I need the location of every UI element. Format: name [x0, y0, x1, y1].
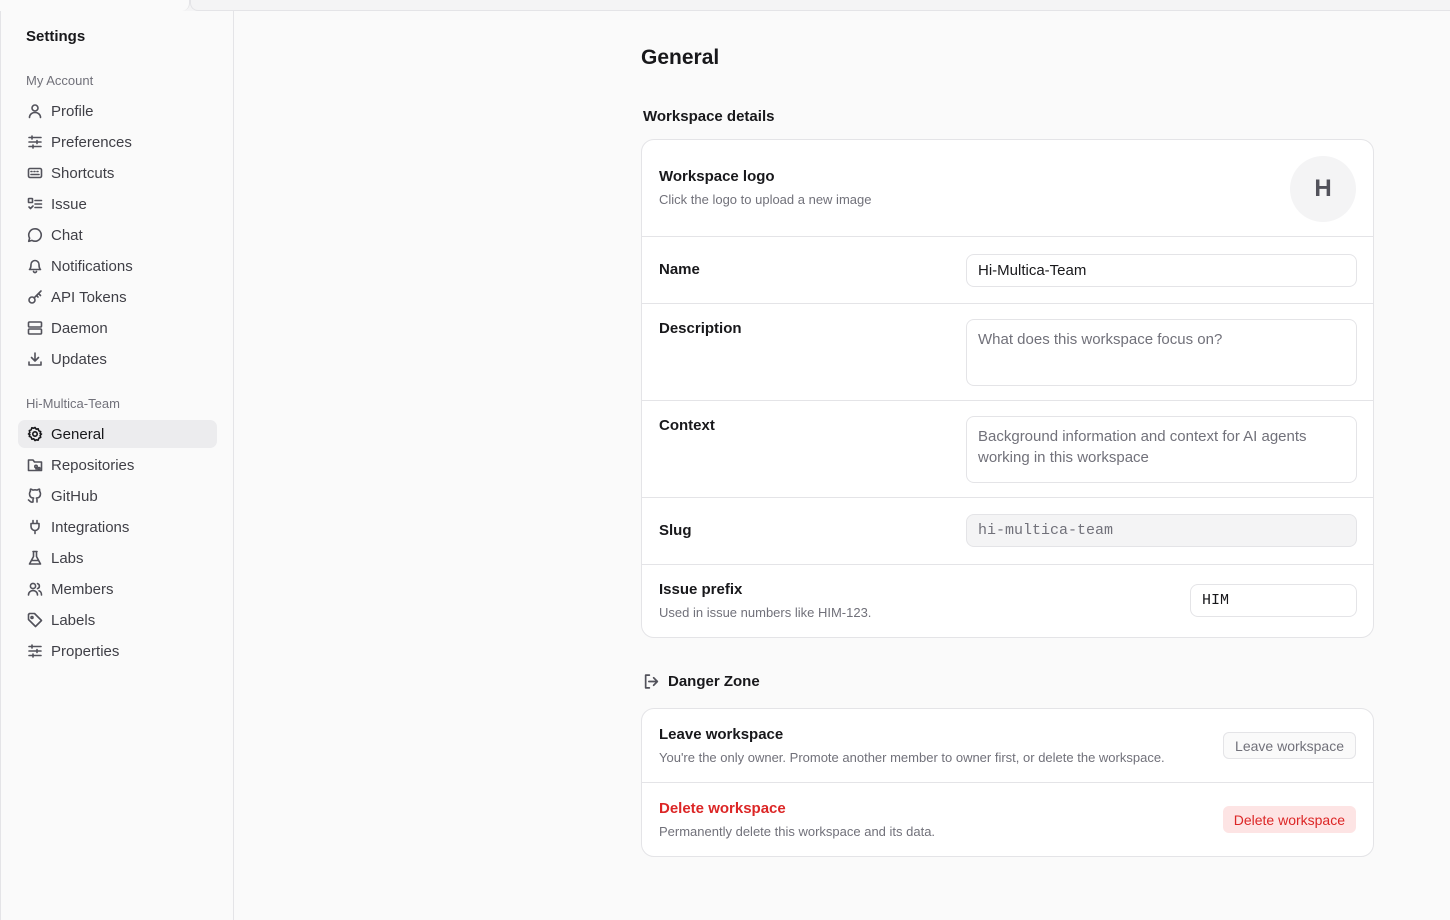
workspace-details-card: Workspace logo Click the logo to upload …: [641, 139, 1374, 638]
log-out-icon: [644, 674, 659, 689]
sliders-icon: [27, 643, 43, 659]
leave-workspace-hint: You're the only owner. Promote another m…: [659, 750, 1165, 765]
sidebar-item-members[interactable]: Members: [18, 575, 217, 603]
key-icon: [27, 289, 43, 305]
logo-label: Workspace logo: [659, 168, 775, 185]
slug-input: [966, 514, 1357, 547]
sidebar-item-label: Properties: [51, 642, 120, 660]
plug-icon: [27, 519, 43, 535]
sidebar-item-api-tokens[interactable]: API Tokens: [18, 283, 217, 311]
section-label-workspace: Hi-Multica-Team: [26, 396, 120, 411]
leave-workspace-button[interactable]: Leave workspace: [1223, 732, 1356, 759]
page-title: General: [641, 46, 720, 69]
slug-label: Slug: [659, 522, 692, 539]
slug-row: Slug: [642, 498, 1373, 565]
sidebar-item-integrations[interactable]: Integrations: [18, 513, 217, 541]
danger-zone-title: Danger Zone: [668, 673, 760, 690]
leave-workspace-label: Leave workspace: [659, 726, 784, 743]
server-icon: [27, 320, 43, 336]
sidebar-item-preferences[interactable]: Preferences: [18, 128, 217, 156]
sidebar-item-github[interactable]: GitHub: [18, 482, 217, 510]
sidebar-item-labels[interactable]: Labels: [18, 606, 217, 634]
sidebar-item-profile[interactable]: Profile: [18, 97, 217, 125]
sidebar-item-repositories[interactable]: Repositories: [18, 451, 217, 479]
sidebar-item-label: Chat: [51, 226, 83, 244]
sidebar-item-labs[interactable]: Labs: [18, 544, 217, 572]
top-bar: [0, 0, 1450, 11]
context-label: Context: [659, 417, 715, 434]
issue-prefix-input[interactable]: [1190, 584, 1357, 617]
sidebar-item-chat[interactable]: Chat: [18, 221, 217, 249]
logo-hint: Click the logo to upload a new image: [659, 192, 872, 207]
top-tab: [0, 0, 190, 11]
issue-prefix-row: Issue prefix Used in issue numbers like …: [642, 565, 1373, 638]
section-label-my-account: My Account: [26, 73, 94, 88]
sidebar-item-properties[interactable]: Properties: [18, 637, 217, 665]
main-content: General Workspace details Workspace logo…: [235, 11, 1450, 920]
sidebar-item-label: GitHub: [51, 487, 98, 505]
sidebar-item-label: Updates: [51, 350, 107, 368]
chat-icon: [27, 227, 43, 243]
download-icon: [27, 351, 43, 367]
name-label: Name: [659, 261, 700, 278]
sliders-icon: [27, 134, 43, 150]
name-input[interactable]: [966, 254, 1357, 287]
bell-icon: [27, 258, 43, 274]
sidebar-item-label: API Tokens: [51, 288, 127, 306]
sidebar-item-label: Integrations: [51, 518, 130, 536]
tag-icon: [27, 612, 43, 628]
sidebar-item-label: Profile: [51, 102, 94, 120]
list-check-icon: [27, 196, 43, 212]
danger-zone-header: Danger Zone: [643, 673, 760, 690]
sidebar-item-daemon[interactable]: Daemon: [18, 314, 217, 342]
gear-icon: [27, 426, 43, 442]
description-textarea[interactable]: [966, 319, 1357, 386]
sidebar-item-label: Members: [51, 580, 114, 598]
sidebar-item-label: General: [51, 425, 105, 443]
workspace-details-title: Workspace details: [643, 108, 775, 125]
sidebar: Settings My Account Profile Preferences …: [0, 11, 234, 920]
logo-row: Workspace logo Click the logo to upload …: [642, 140, 1373, 237]
sidebar-item-label: Repositories: [51, 456, 135, 474]
sidebar-title: Settings: [26, 28, 86, 45]
context-textarea[interactable]: [966, 416, 1357, 483]
flask-icon: [27, 550, 43, 566]
sidebar-item-label: Labels: [51, 611, 96, 629]
danger-zone-card: Leave workspace You're the only owner. P…: [641, 708, 1374, 857]
user-icon: [27, 103, 43, 119]
top-bar-rest: [190, 0, 1450, 11]
sidebar-item-label: Issue: [51, 195, 87, 213]
description-row: Description: [642, 304, 1373, 401]
sidebar-item-label: Labs: [51, 549, 84, 567]
sidebar-item-label: Notifications: [51, 257, 133, 275]
context-row: Context: [642, 401, 1373, 498]
description-label: Description: [659, 320, 742, 337]
sidebar-item-shortcuts[interactable]: Shortcuts: [18, 159, 217, 187]
workspace-logo-avatar[interactable]: H: [1290, 156, 1356, 222]
users-icon: [27, 581, 43, 597]
delete-workspace-button[interactable]: Delete workspace: [1222, 806, 1356, 833]
sidebar-item-issue[interactable]: Issue: [18, 190, 217, 218]
folder-git-icon: [27, 457, 43, 473]
sidebar-item-updates[interactable]: Updates: [18, 345, 217, 373]
leave-workspace-row: Leave workspace You're the only owner. P…: [642, 709, 1373, 783]
sidebar-item-general[interactable]: General: [18, 420, 217, 448]
sidebar-item-label: Preferences: [51, 133, 132, 151]
name-row: Name: [642, 237, 1373, 304]
issue-prefix-hint: Used in issue numbers like HIM-123.: [659, 605, 872, 620]
keyboard-icon: [27, 165, 43, 181]
github-icon: [27, 488, 43, 504]
sidebar-item-label: Daemon: [51, 319, 108, 337]
delete-workspace-label: Delete workspace: [659, 800, 786, 817]
sidebar-item-notifications[interactable]: Notifications: [18, 252, 217, 280]
sidebar-item-label: Shortcuts: [51, 164, 115, 182]
issue-prefix-label: Issue prefix: [659, 581, 743, 598]
delete-workspace-hint: Permanently delete this workspace and it…: [659, 824, 936, 839]
delete-workspace-row: Delete workspace Permanently delete this…: [642, 783, 1373, 857]
